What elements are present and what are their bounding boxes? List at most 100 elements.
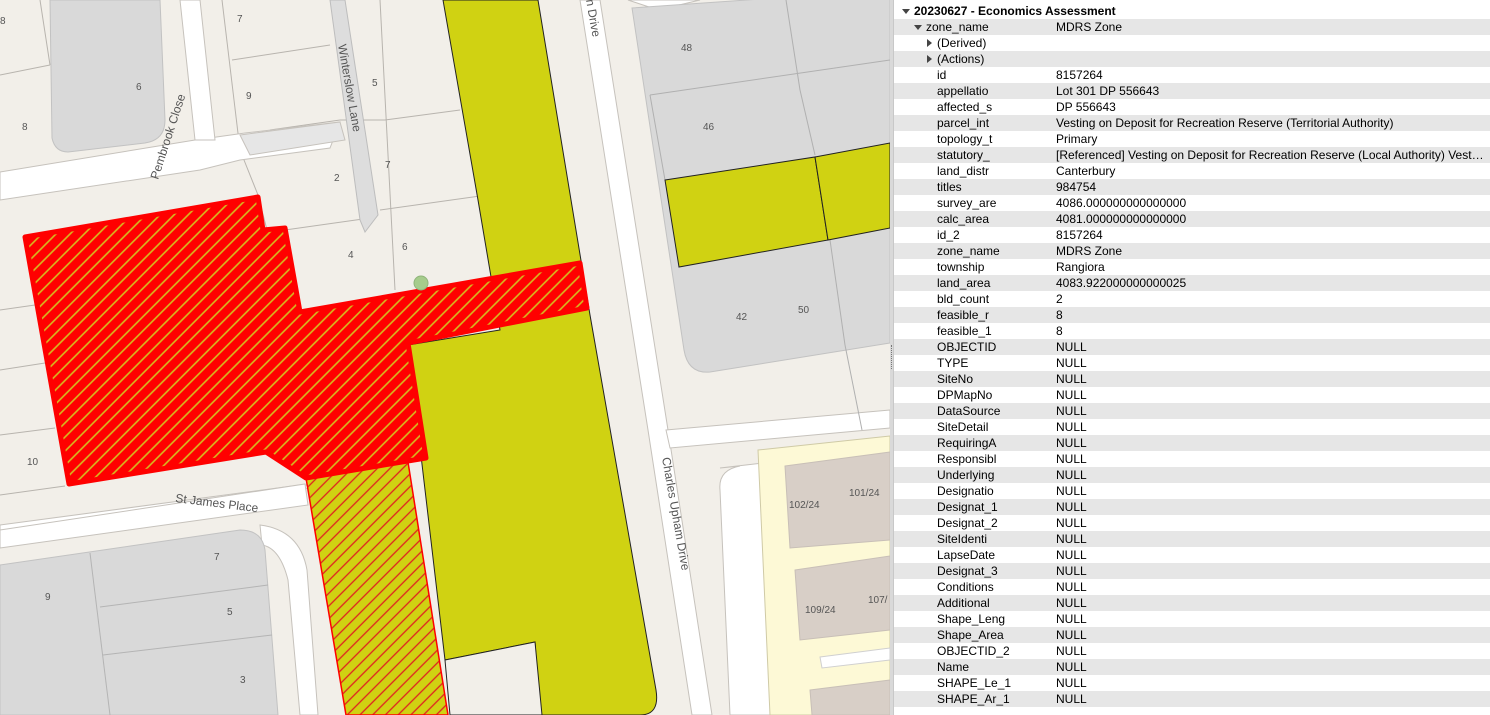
attribute-row[interactable]: calc_area 4081.000000000000000 <box>894 211 1490 227</box>
attribute-row[interactable]: Shape_Area NULL <box>894 627 1490 643</box>
collapse-arrow-icon[interactable] <box>914 25 922 30</box>
attribute-row[interactable]: Additional NULL <box>894 595 1490 611</box>
attribute-row[interactable]: Underlying NULL <box>894 467 1490 483</box>
attribute-row[interactable]: SiteNo NULL <box>894 371 1490 387</box>
attribute-key: Shape_Leng <box>937 612 1006 626</box>
attribute-key: Conditions <box>937 580 994 594</box>
attribute-key: id <box>937 68 947 82</box>
attribute-row[interactable]: id 8157264 <box>894 67 1490 83</box>
attribute-value: NULL <box>1056 580 1087 594</box>
group-label: (Derived) <box>937 36 987 50</box>
collapse-arrow-icon[interactable] <box>902 9 910 14</box>
attribute-row[interactable]: OBJECTID_2 NULL <box>894 643 1490 659</box>
attribute-row[interactable]: OBJECTID NULL <box>894 339 1490 355</box>
attribute-value: NULL <box>1056 628 1087 642</box>
attribute-value: NULL <box>1056 644 1087 658</box>
attribute-row[interactable]: LapseDate NULL <box>894 547 1490 563</box>
attribute-key: topology_t <box>937 132 993 146</box>
lot-number: 7 <box>214 552 220 563</box>
attribute-key: Responsibl <box>937 452 997 466</box>
attribute-value: NULL <box>1056 404 1087 418</box>
attribute-key: OBJECTID_2 <box>937 644 1010 658</box>
attribute-row[interactable]: topology_t Primary <box>894 131 1490 147</box>
attribute-row[interactable]: feasible_1 8 <box>894 323 1490 339</box>
lot-number: 10 <box>27 457 39 468</box>
attribute-key: calc_area <box>937 212 990 226</box>
attribute-row[interactable]: township Rangiora <box>894 259 1490 275</box>
lot-number: 3 <box>240 675 246 686</box>
attribute-value: [Referenced] Vesting on Deposit for Recr… <box>1056 148 1486 162</box>
identify-results-panel: 20230627 - Economics Assessment zone_nam… <box>893 0 1490 715</box>
attribute-row[interactable]: land_distr Canterbury <box>894 163 1490 179</box>
attribute-key: SiteDetail <box>937 420 989 434</box>
attribute-row[interactable]: land_area 4083.922000000000025 <box>894 275 1490 291</box>
layer-row[interactable]: 20230627 - Economics Assessment <box>894 3 1490 19</box>
attribute-row[interactable]: id_2 8157264 <box>894 227 1490 243</box>
attribute-row[interactable]: SiteDetail NULL <box>894 419 1490 435</box>
attribute-row[interactable]: SHAPE_Ar_1 NULL <box>894 691 1490 707</box>
lot-number: 6 <box>136 82 142 93</box>
building-number: 102/24 <box>789 500 820 511</box>
attribute-row[interactable]: bld_count 2 <box>894 291 1490 307</box>
attribute-row[interactable]: TYPE NULL <box>894 355 1490 371</box>
attribute-row[interactable]: DataSource NULL <box>894 403 1490 419</box>
attribute-value: NULL <box>1056 340 1087 354</box>
attribute-row[interactable]: Name NULL <box>894 659 1490 675</box>
attribute-row[interactable]: Designat_3 NULL <box>894 563 1490 579</box>
attribute-row[interactable]: feasible_r 8 <box>894 307 1490 323</box>
attribute-row[interactable]: Responsibl NULL <box>894 451 1490 467</box>
attribute-value: NULL <box>1056 596 1087 610</box>
lot-number: 9 <box>45 592 51 603</box>
attribute-value: NULL <box>1056 548 1087 562</box>
attribute-value: Vesting on Deposit for Recreation Reserv… <box>1056 116 1394 130</box>
attribute-value: NULL <box>1056 612 1087 626</box>
attribute-value: NULL <box>1056 452 1087 466</box>
attribute-value: MDRS Zone <box>1056 244 1123 258</box>
attribute-row[interactable]: SHAPE_Le_1 NULL <box>894 675 1490 691</box>
attribute-key: survey_are <box>937 196 997 210</box>
attribute-row[interactable]: Designat_2 NULL <box>894 515 1490 531</box>
attribute-value: NULL <box>1056 468 1087 482</box>
attribute-row[interactable]: DPMapNo NULL <box>894 387 1490 403</box>
attribute-row[interactable]: Designat_1 NULL <box>894 499 1490 515</box>
attribute-key: affected_s <box>937 100 993 114</box>
attribute-value: 8157264 <box>1056 228 1103 242</box>
attribute-value: NULL <box>1056 516 1087 530</box>
lot-number: 8 <box>22 122 28 133</box>
attribute-row[interactable]: survey_are 4086.000000000000000 <box>894 195 1490 211</box>
attribute-key: SHAPE_Ar_1 <box>937 692 1010 706</box>
attribute-value: 8157264 <box>1056 68 1103 82</box>
attribute-key: appellatio <box>937 84 989 98</box>
feature-row[interactable]: zone_name MDRS Zone <box>894 19 1490 35</box>
attribute-key: DataSource <box>937 404 1001 418</box>
attribute-row[interactable]: affected_s DP 556643 <box>894 99 1490 115</box>
actions-group-row[interactable]: (Actions) <box>894 51 1490 67</box>
lot-number: 8 <box>0 16 6 27</box>
attribute-value: Rangiora <box>1056 260 1105 274</box>
attribute-row[interactable]: Conditions NULL <box>894 579 1490 595</box>
lot-number: 50 <box>798 305 810 316</box>
attribute-row[interactable]: Shape_Leng NULL <box>894 611 1490 627</box>
attribute-row[interactable]: zone_name MDRS Zone <box>894 243 1490 259</box>
attribute-value: NULL <box>1056 564 1087 578</box>
derived-group-row[interactable]: (Derived) <box>894 35 1490 51</box>
attribute-row[interactable]: parcel_int Vesting on Deposit for Recreat… <box>894 115 1490 131</box>
map-canvas[interactable]: Pembrook Close Winterslow Lane St James … <box>0 0 890 715</box>
attribute-key: Additional <box>937 596 990 610</box>
attribute-value: 2 <box>1056 292 1063 306</box>
attribute-row[interactable]: titles 984754 <box>894 179 1490 195</box>
attribute-value: NULL <box>1056 532 1087 546</box>
attribute-key: land_area <box>937 276 991 290</box>
attribute-row[interactable]: RequiringA NULL <box>894 435 1490 451</box>
attribute-row[interactable]: Designatio NULL <box>894 483 1490 499</box>
lot-number: 42 <box>736 312 748 323</box>
attribute-row[interactable]: statutory_ [Referenced] Vesting on Deposi… <box>894 147 1490 163</box>
attribute-value: 4081.000000000000000 <box>1056 212 1187 226</box>
attribute-row[interactable]: appellatio Lot 301 DP 556643 <box>894 83 1490 99</box>
expand-arrow-icon[interactable] <box>927 55 932 63</box>
attribute-key: Name <box>937 660 970 674</box>
attribute-key: statutory_ <box>937 148 990 162</box>
attribute-key: Designat_1 <box>937 500 998 514</box>
expand-arrow-icon[interactable] <box>927 39 932 47</box>
attribute-row[interactable]: SiteIdenti NULL <box>894 531 1490 547</box>
